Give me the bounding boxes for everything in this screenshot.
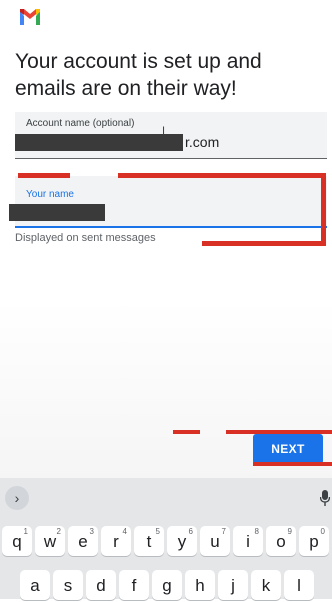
annotation-mark: [253, 462, 332, 466]
key-f[interactable]: f: [119, 570, 149, 600]
key-l[interactable]: l: [284, 570, 314, 600]
annotation-mark: [118, 173, 326, 178]
key-e[interactable]: e3: [68, 526, 98, 556]
your-name-helper-text: Displayed on sent messages: [15, 232, 156, 244]
keyboard-toolbar: ›: [0, 478, 332, 518]
key-y[interactable]: y6: [167, 526, 197, 556]
microphone-icon[interactable]: [320, 490, 330, 506]
next-button[interactable]: NEXT: [253, 434, 323, 464]
key-o[interactable]: o9: [266, 526, 296, 556]
account-name-field[interactable]: Account name (optional) I r.com: [15, 112, 327, 159]
your-name-field[interactable]: Your name: [9, 176, 327, 228]
redacted-block: [15, 133, 183, 151]
page-title: Your account is set up and emails are on…: [15, 50, 262, 100]
chevron-right-icon[interactable]: ›: [5, 486, 29, 510]
account-name-value: r.com: [15, 132, 219, 152]
on-screen-keyboard: › q1 w2 e3 r4 t5 y6 u7 i8 o9 p0 a s d f …: [0, 478, 332, 600]
key-s[interactable]: s: [53, 570, 83, 600]
annotation-mark: [18, 173, 70, 178]
key-k[interactable]: k: [251, 570, 281, 600]
key-r[interactable]: r4: [101, 526, 131, 556]
your-name-label: Your name: [26, 189, 74, 200]
key-p[interactable]: p0: [299, 526, 329, 556]
key-d[interactable]: d: [86, 570, 116, 600]
annotation-mark: [173, 430, 200, 434]
key-g[interactable]: g: [152, 570, 182, 600]
redacted-block: [9, 204, 105, 221]
key-h[interactable]: h: [185, 570, 215, 600]
account-name-suffix: r.com: [185, 134, 220, 150]
gmail-logo-icon: [20, 9, 40, 25]
key-w[interactable]: w2: [35, 526, 65, 556]
annotation-mark: [202, 241, 326, 246]
key-i[interactable]: i8: [233, 526, 263, 556]
account-name-label: Account name (optional): [26, 118, 135, 129]
annotation-mark: [321, 178, 326, 244]
key-q[interactable]: q1: [2, 526, 32, 556]
key-a[interactable]: a: [20, 570, 50, 600]
key-j[interactable]: j: [218, 570, 248, 600]
key-t[interactable]: t5: [134, 526, 164, 556]
key-u[interactable]: u7: [200, 526, 230, 556]
